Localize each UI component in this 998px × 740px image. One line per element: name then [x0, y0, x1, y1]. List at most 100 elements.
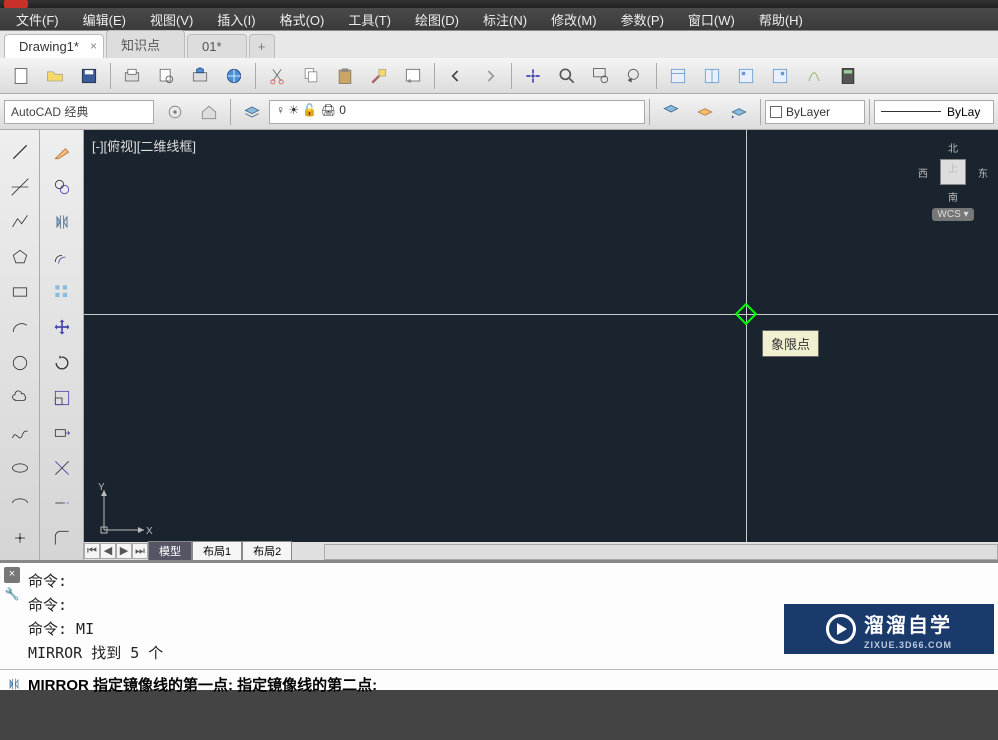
fillet-tool[interactable] — [44, 523, 80, 554]
doc-tab-knowledge[interactable]: 知识点 — [106, 30, 185, 58]
close-icon[interactable]: × — [90, 39, 97, 53]
new-button[interactable] — [6, 62, 36, 90]
wcs-select[interactable]: WCS ▾ — [932, 208, 973, 221]
layout-tab-model[interactable]: 模型 — [148, 541, 192, 560]
stretch-tool[interactable] — [44, 417, 80, 448]
mirror-tool[interactable] — [44, 206, 80, 237]
layer-states-button[interactable] — [656, 98, 686, 126]
modify-toolbar — [40, 130, 84, 560]
ellipse-tool[interactable] — [4, 453, 36, 484]
layer-select[interactable]: ♀ ☀ 🔓 🖨 0 — [269, 100, 645, 124]
sheet-set-button[interactable] — [697, 62, 727, 90]
menu-edit[interactable]: 编辑(E) — [71, 7, 138, 32]
copy-button[interactable] — [296, 62, 326, 90]
doc-tab-drawing1[interactable]: Drawing1*× — [4, 34, 104, 58]
layer-prev-button[interactable] — [724, 98, 754, 126]
rectangle-tool[interactable] — [4, 277, 36, 308]
menu-format[interactable]: 格式(O) — [268, 7, 337, 32]
layer-props-button[interactable] — [237, 98, 267, 126]
tool-palettes-button[interactable] — [731, 62, 761, 90]
point-tool[interactable] — [4, 523, 36, 554]
open-button[interactable] — [40, 62, 70, 90]
separator — [110, 63, 111, 89]
workspace-settings-button[interactable] — [160, 98, 190, 126]
xline-tool[interactable] — [4, 171, 36, 202]
command-close-button[interactable]: × — [4, 567, 20, 583]
separator — [649, 99, 650, 125]
command-input[interactable]: MIRROR 指定镜像线的第一点: 指定镜像线的第二点: — [0, 669, 998, 699]
view-cube[interactable]: 北 西 上 东 南 WCS ▾ — [918, 140, 988, 210]
draw-toolbar — [0, 130, 40, 560]
layout-next-button[interactable]: ▶ — [116, 543, 132, 559]
layout-last-button[interactable]: ⏭ — [132, 543, 148, 559]
menu-tools[interactable]: 工具(T) — [336, 7, 403, 32]
workspace-select[interactable]: AutoCAD 经典 — [4, 100, 154, 124]
match-props-button[interactable] — [364, 62, 394, 90]
viewcube-top-face[interactable]: 上 — [940, 159, 966, 185]
extend-tool[interactable] — [44, 488, 80, 519]
save-button[interactable] — [74, 62, 104, 90]
doc-tabs: Drawing1*× 知识点 01* + — [0, 30, 998, 58]
zoom-window-button[interactable] — [586, 62, 616, 90]
offset-tool[interactable] — [44, 242, 80, 273]
paste-button[interactable] — [330, 62, 360, 90]
line-sample-icon — [881, 111, 941, 112]
properties-button[interactable] — [663, 62, 693, 90]
copy-tool[interactable] — [44, 171, 80, 202]
zoom-previous-button[interactable] — [620, 62, 650, 90]
menu-window[interactable]: 窗口(W) — [676, 7, 747, 32]
block-editor-button[interactable] — [398, 62, 428, 90]
spline-tool[interactable] — [4, 417, 36, 448]
ellipse-arc-tool[interactable] — [4, 488, 36, 519]
menu-file[interactable]: 文件(F) — [4, 7, 71, 32]
linetype-select[interactable]: ByLay — [874, 100, 994, 124]
menu-draw[interactable]: 绘图(D) — [403, 7, 471, 32]
revcloud-tool[interactable] — [4, 382, 36, 413]
menu-dimension[interactable]: 标注(N) — [471, 7, 539, 32]
scale-tool[interactable] — [44, 382, 80, 413]
publish-button[interactable] — [185, 62, 215, 90]
separator — [656, 63, 657, 89]
mirror-icon — [6, 676, 22, 692]
erase-tool[interactable] — [44, 136, 80, 167]
rotate-tool[interactable] — [44, 347, 80, 378]
pline-tool[interactable] — [4, 206, 36, 237]
zoom-realtime-button[interactable] — [552, 62, 582, 90]
command-settings-icon[interactable]: 🔧 — [4, 587, 20, 603]
menu-modify[interactable]: 修改(M) — [539, 7, 609, 32]
viewport-controls[interactable]: [-][俯视][二维线框] — [92, 136, 196, 155]
horizontal-scrollbar[interactable] — [324, 544, 998, 560]
markup-button[interactable] — [799, 62, 829, 90]
layout-prev-button[interactable]: ◀ — [100, 543, 116, 559]
array-tool[interactable] — [44, 277, 80, 308]
layout-tab-1[interactable]: 布局1 — [192, 541, 242, 560]
circle-tool[interactable] — [4, 347, 36, 378]
pan-button[interactable] — [518, 62, 548, 90]
menu-view[interactable]: 视图(V) — [138, 7, 205, 32]
quickcalc-button[interactable] — [833, 62, 863, 90]
doc-tab-01[interactable]: 01* — [187, 34, 247, 58]
line-tool[interactable] — [4, 136, 36, 167]
dwf-button[interactable] — [219, 62, 249, 90]
cut-button[interactable] — [262, 62, 292, 90]
layer-iso-button[interactable] — [690, 98, 720, 126]
move-tool[interactable] — [44, 312, 80, 343]
workspace-home-button[interactable] — [194, 98, 224, 126]
preview-button[interactable] — [151, 62, 181, 90]
polygon-tool[interactable] — [4, 242, 36, 273]
menu-help[interactable]: 帮助(H) — [747, 7, 815, 32]
layout-first-button[interactable]: ⏮ — [84, 543, 100, 559]
design-center-button[interactable] — [765, 62, 795, 90]
drawing-canvas[interactable]: [-][俯视][二维线框] — [84, 130, 998, 560]
color-select[interactable]: ByLayer — [765, 100, 865, 124]
menu-param[interactable]: 参数(P) — [609, 7, 676, 32]
undo-button[interactable] — [441, 62, 471, 90]
redo-button[interactable] — [475, 62, 505, 90]
trim-tool[interactable] — [44, 453, 80, 484]
menu-insert[interactable]: 插入(I) — [205, 7, 267, 32]
arc-tool[interactable] — [4, 312, 36, 343]
drawing-content — [84, 130, 104, 150]
new-tab-button[interactable]: + — [249, 34, 275, 58]
layout-tab-2[interactable]: 布局2 — [242, 541, 292, 560]
plot-button[interactable] — [117, 62, 147, 90]
